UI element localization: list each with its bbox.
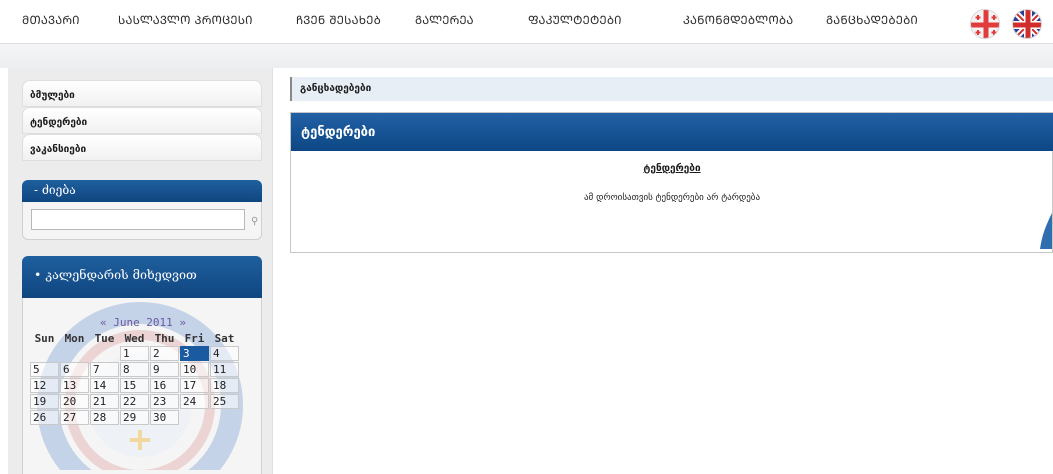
search-box-title: - ძიება	[34, 183, 76, 197]
calendar-box-title: • კალენდარის მიხედვით	[34, 267, 197, 282]
georgia-flag-icon[interactable]	[970, 9, 1000, 39]
calendar-day[interactable]: 9	[150, 362, 179, 377]
calendar-day-today[interactable]: 3	[180, 346, 209, 361]
panel-message: ამ დროისათვის ტენდერები არ ტარდება	[583, 193, 761, 203]
calendar-day[interactable]: 11	[210, 362, 239, 377]
calendar-day[interactable]: 14	[90, 378, 119, 393]
calendar-day[interactable]: 24	[180, 394, 209, 409]
tenders-panel: ტენდერები ტენდერები ამ დროისათვის ტენდერ…	[290, 112, 1053, 253]
search-box: ⚲	[22, 202, 262, 240]
calendar-day[interactable]: 12	[30, 378, 59, 393]
uk-flag-icon[interactable]	[1012, 9, 1042, 39]
weekday-label: Sat	[214, 332, 235, 345]
calendar-day[interactable]: 6	[60, 362, 89, 377]
calendar-day[interactable]: 5	[30, 362, 59, 377]
panel-header: ტენდერები	[291, 113, 1053, 151]
calendar-day[interactable]: 26	[30, 410, 59, 425]
calendar-empty-cell	[90, 346, 119, 361]
weekday-label: Tue	[94, 332, 115, 345]
calendar-empty-cell	[210, 410, 239, 425]
weekday-label: Mon	[64, 332, 85, 345]
calendar-day[interactable]: 8	[120, 362, 149, 377]
calendar-box-header: • კალენდარის მიხედვით	[22, 256, 262, 298]
calendar-day[interactable]: 7	[90, 362, 119, 377]
nav-item-announcements[interactable]: ᲒᲐᲜᲪᲮᲐᲓᲔᲑᲔᲑᲘ	[826, 13, 918, 28]
page-curl-decoration	[1040, 213, 1052, 249]
calendar-day[interactable]: 18	[210, 378, 239, 393]
calendar-box: « June 2011 » Sun Mon Tue Wed Thu Fri Sa…	[22, 298, 262, 474]
page: ᲛᲗᲐᲕᲐᲠᲘ ᲡᲐᲡᲚᲐᲕᲚᲝ ᲞᲠᲝᲪᲔᲡᲘ ᲩᲕᲔᲜ ᲨᲔᲡᲐᲮᲔᲑ ᲒᲐ…	[0, 0, 1053, 474]
calendar-day[interactable]: 30	[150, 410, 179, 425]
search-input[interactable]	[31, 209, 245, 230]
search-icon[interactable]: ⚲	[251, 216, 258, 227]
calendar-day[interactable]: 19	[30, 394, 59, 409]
sidebar-link-vacancies[interactable]: ვაკანსიები	[22, 134, 262, 161]
calendar-week-row: 19 20 21 22 23 24 25	[30, 394, 239, 409]
calendar-day[interactable]: 1	[120, 346, 149, 361]
calendar-day[interactable]: 21	[90, 394, 119, 409]
top-navigation: ᲛᲗᲐᲕᲐᲠᲘ ᲡᲐᲡᲚᲐᲕᲚᲝ ᲞᲠᲝᲪᲔᲡᲘ ᲩᲕᲔᲜ ᲨᲔᲡᲐᲮᲔᲑ ᲒᲐ…	[0, 0, 1053, 44]
calendar-day[interactable]: 17	[180, 378, 209, 393]
calendar-empty-cell	[180, 410, 209, 425]
calendar-day[interactable]: 10	[180, 362, 209, 377]
calendar-day[interactable]: 27	[60, 410, 89, 425]
search-box-header: - ძიება	[22, 180, 262, 202]
calendar-empty-cell	[30, 346, 59, 361]
calendar-day[interactable]: 28	[90, 410, 119, 425]
sidebar-link-tenders[interactable]: ტენდერები	[22, 107, 262, 134]
calendar-day[interactable]: 29	[120, 410, 149, 425]
breadcrumb-bar: განცხადებები	[290, 77, 1053, 101]
weekday-label: Sun	[34, 332, 55, 345]
calendar-day[interactable]: 16	[150, 378, 179, 393]
calendar-day[interactable]: 15	[120, 378, 149, 393]
calendar-day[interactable]: 2	[150, 346, 179, 361]
calendar-day[interactable]: 13	[60, 378, 89, 393]
sidebar-link-links[interactable]: ბმულები	[22, 80, 262, 107]
calendar-month-nav[interactable]: « June 2011 »	[23, 316, 261, 329]
calendar-week-row: 1234	[30, 346, 239, 361]
calendar-day[interactable]: 20	[60, 394, 89, 409]
panel-subtitle-link[interactable]: ტენდერები	[291, 163, 1053, 174]
nav-item-legislation[interactable]: ᲙᲐᲜᲝᲜᲛᲓᲔᲑᲚᲝᲑᲐ	[683, 13, 793, 28]
calendar-day[interactable]: 23	[150, 394, 179, 409]
breadcrumb[interactable]: განცხადებები	[300, 83, 371, 94]
calendar-day[interactable]: 4	[210, 346, 239, 361]
weekday-label: Thu	[154, 332, 175, 345]
nav-item-study-process[interactable]: ᲡᲐᲡᲚᲐᲕᲚᲝ ᲞᲠᲝᲪᲔᲡᲘ	[118, 13, 253, 28]
weekday-label: Fri	[184, 332, 205, 345]
calendar-week-row: 26 27 28 29 30	[30, 410, 239, 425]
header-band	[0, 44, 1053, 68]
nav-item-faculties[interactable]: ᲤᲐᲙᲣᲚᲢᲔᲢᲔᲑᲘ	[528, 13, 622, 28]
calendar-day[interactable]: 25	[210, 394, 239, 409]
calendar-week-row: 5 6 7 8 9 10 11	[30, 362, 239, 377]
calendar-grid: Sun Mon Tue Wed Thu Fri Sat 1 2 3 4 5 6 7 8 9 10 1…	[29, 331, 240, 426]
nav-item-gallery[interactable]: ᲒᲐᲚᲔᲠᲔᲐ	[415, 13, 474, 28]
calendar-week-row: 12 13 14 15 16 17 18	[30, 378, 239, 393]
nav-item-home[interactable]: ᲛᲗᲐᲕᲐᲠᲘ	[22, 13, 80, 28]
calendar-day[interactable]: 22	[120, 394, 149, 409]
panel-title: ტენდერები	[301, 125, 376, 140]
nav-item-about-us[interactable]: ᲩᲕᲔᲜ ᲨᲔᲡᲐᲮᲔᲑ	[296, 13, 381, 28]
weekday-label: Wed	[124, 332, 145, 345]
calendar-empty-cell	[60, 346, 89, 361]
